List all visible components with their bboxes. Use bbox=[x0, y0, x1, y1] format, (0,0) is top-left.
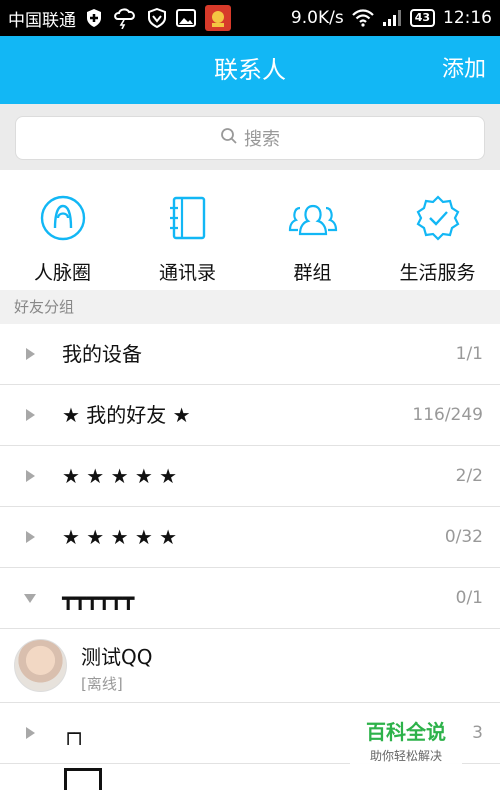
search-bar: 搜索 bbox=[0, 104, 500, 170]
group-count: 0/32 bbox=[444, 527, 483, 547]
quick-item-contacts-circle[interactable]: 人脉圈 bbox=[0, 170, 125, 290]
network-speed: 9.0K/s bbox=[290, 8, 344, 28]
page-title: 联系人 bbox=[214, 56, 286, 84]
search-icon bbox=[220, 127, 238, 150]
clock: 12:16 bbox=[443, 8, 492, 28]
group-name: ┌┐ bbox=[62, 721, 87, 745]
weather-storm-icon bbox=[112, 7, 138, 29]
quick-item-label: 通讯录 bbox=[158, 262, 216, 284]
person-circle-icon bbox=[39, 192, 87, 244]
section-header: 好友分组 bbox=[0, 290, 500, 324]
group-name: ┳┳┳┳┳┳ bbox=[62, 586, 135, 610]
quick-actions: 人脉圈 通讯录 群组 生活服务 bbox=[0, 170, 500, 290]
expand-arrow-icon bbox=[26, 531, 35, 543]
quick-item-label: 生活服务 bbox=[399, 262, 476, 284]
signal-icon bbox=[382, 9, 402, 27]
group-row[interactable]: ★ ★ ★ ★ ★ 0/32 bbox=[0, 507, 500, 568]
group-row[interactable]: 我的设备 1/1 bbox=[0, 324, 500, 385]
quick-item-life-services[interactable]: 生活服务 bbox=[375, 170, 500, 290]
group-row[interactable]: ★ 我的好友 ★ 116/249 bbox=[0, 385, 500, 446]
partial-group-name bbox=[64, 768, 102, 790]
service-badge-icon bbox=[414, 192, 462, 244]
watermark: 百科全说 助你轻松解决 bbox=[350, 710, 462, 770]
group-count: 1/1 bbox=[455, 344, 483, 364]
expand-arrow-icon bbox=[26, 348, 35, 360]
group-name: ★ ★ ★ ★ ★ bbox=[62, 464, 178, 488]
expand-arrow-icon bbox=[26, 727, 35, 739]
group-row-expanded[interactable]: ┳┳┳┳┳┳ 0/1 bbox=[0, 568, 500, 629]
collapse-arrow-icon bbox=[24, 594, 36, 603]
search-placeholder: 搜索 bbox=[244, 129, 280, 150]
carrier-label: 中国联通 bbox=[8, 10, 76, 31]
quick-item-address-book[interactable]: 通讯录 bbox=[125, 170, 250, 290]
avatar bbox=[14, 639, 67, 692]
quick-item-label: 群组 bbox=[293, 262, 332, 284]
shield-plus-icon bbox=[85, 8, 103, 28]
group-name: ★ ★ ★ ★ ★ bbox=[62, 525, 178, 549]
vpn-shield-icon bbox=[147, 8, 167, 28]
title-bar: 联系人 添加 bbox=[0, 36, 500, 104]
expand-arrow-icon bbox=[26, 470, 35, 482]
contact-name: 测试QQ bbox=[81, 645, 153, 669]
app-notification-icon bbox=[205, 5, 231, 31]
address-book-icon bbox=[166, 192, 210, 244]
group-count: 2/2 bbox=[455, 466, 483, 486]
quick-item-label: 人脉圈 bbox=[33, 262, 91, 284]
contact-status: [离线] bbox=[81, 675, 123, 693]
contact-item[interactable]: 测试QQ [离线] bbox=[0, 629, 500, 703]
watermark-subtitle: 助你轻松解决 bbox=[369, 749, 442, 763]
status-bar: 中国联通 9.0K/s 43 12:16 bbox=[0, 0, 500, 36]
group-list: 我的设备 1/1 ★ 我的好友 ★ 116/249 ★ ★ ★ ★ ★ 2/2 … bbox=[0, 324, 500, 764]
add-button[interactable]: 添加 bbox=[442, 36, 486, 104]
group-row[interactable]: ★ ★ ★ ★ ★ 2/2 bbox=[0, 446, 500, 507]
group-count: 116/249 bbox=[412, 405, 483, 425]
group-count: 3 bbox=[472, 723, 483, 743]
group-name: 我的设备 bbox=[62, 342, 142, 366]
quick-item-groups[interactable]: 群组 bbox=[250, 170, 375, 290]
watermark-title: 百科全说 bbox=[366, 720, 446, 744]
image-icon bbox=[176, 9, 196, 27]
group-count: 0/1 bbox=[455, 588, 483, 608]
group-name: ★ 我的好友 ★ bbox=[62, 403, 191, 427]
search-input[interactable]: 搜索 bbox=[15, 116, 485, 160]
wifi-icon bbox=[351, 9, 374, 27]
battery-icon: 43 bbox=[409, 9, 435, 27]
group-icon bbox=[286, 192, 340, 244]
expand-arrow-icon bbox=[26, 409, 35, 421]
